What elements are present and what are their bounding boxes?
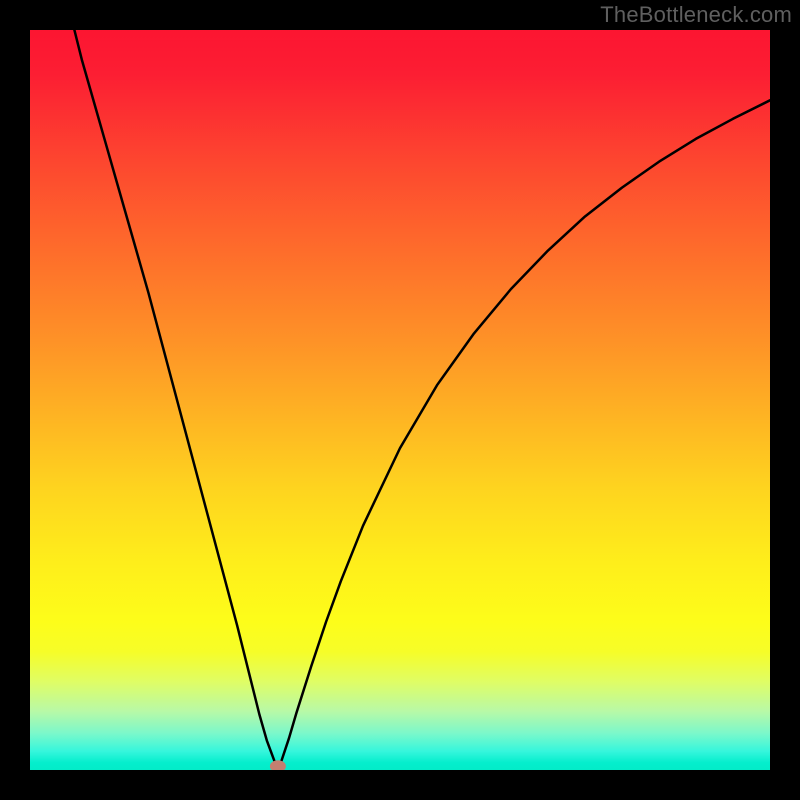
chart-svg <box>30 30 770 770</box>
plot-area <box>30 30 770 770</box>
bottleneck-curve <box>74 30 770 768</box>
watermark-text: TheBottleneck.com <box>600 2 792 28</box>
chart-frame: TheBottleneck.com <box>0 0 800 800</box>
min-marker <box>270 760 286 770</box>
